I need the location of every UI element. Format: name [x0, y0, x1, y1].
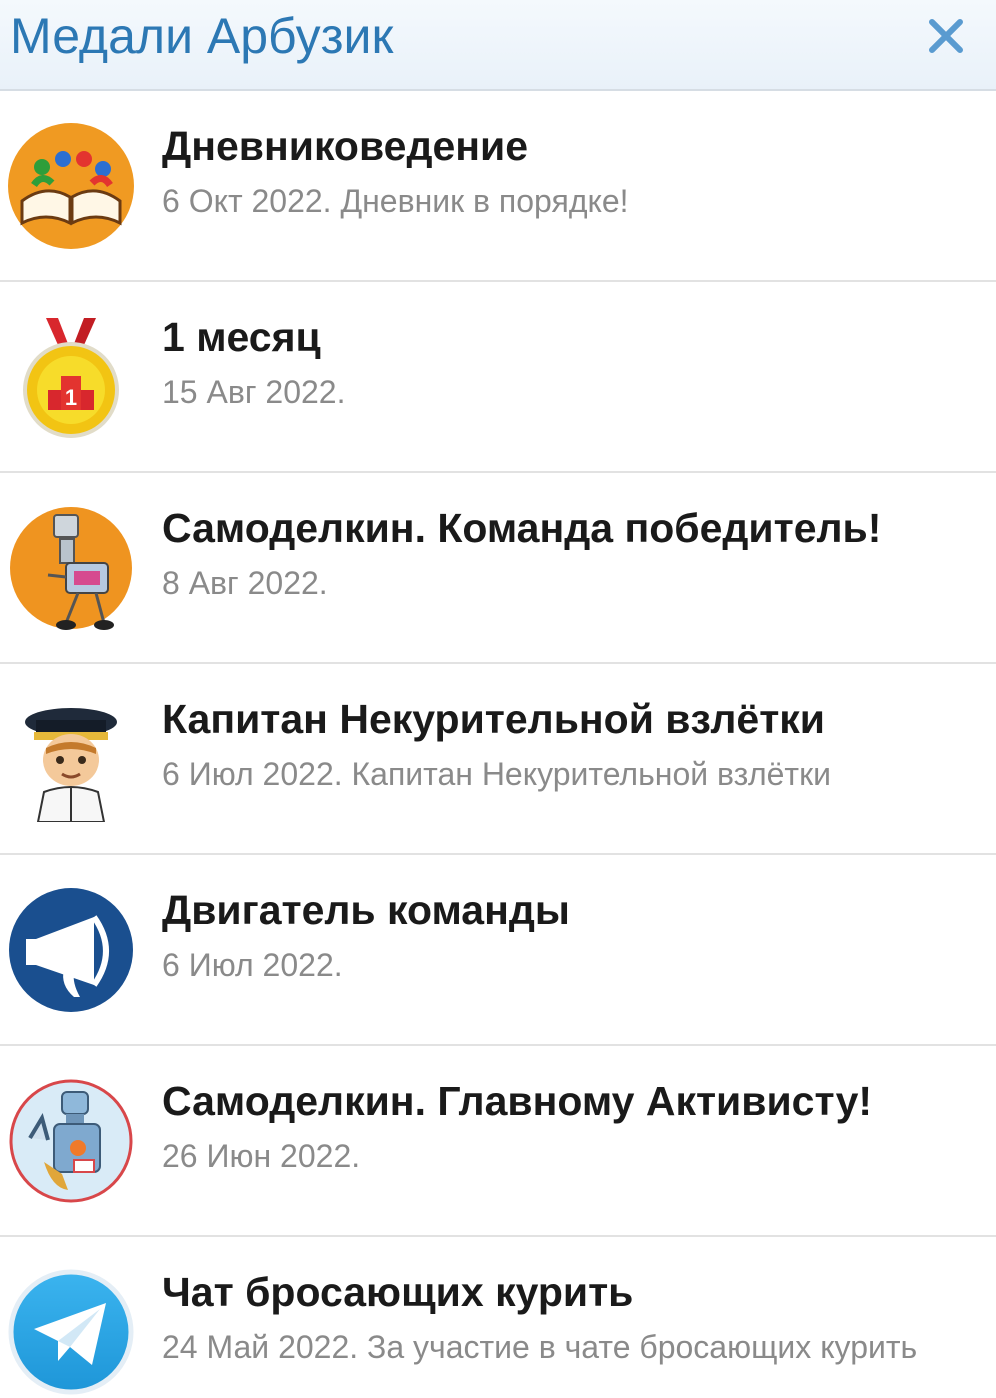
svg-text:1: 1: [65, 385, 77, 410]
telegram-plane-icon: [8, 1269, 134, 1395]
gold-medal-icon: 1: [8, 314, 134, 440]
header-bar: Медали Арбузик: [0, 0, 996, 91]
page-title: Медали Арбузик: [10, 8, 394, 64]
diary-book-icon: [8, 123, 134, 249]
medal-title: Самоделкин. Команда победитель!: [162, 505, 882, 551]
medal-title: 1 месяц: [162, 314, 321, 360]
medal-title: Самоделкин. Главному Активисту!: [162, 1078, 873, 1124]
medal-subtitle: 24 Май 2022. За участие в чате бросающих…: [162, 1329, 918, 1365]
megaphone-icon: [8, 887, 134, 1013]
medal-subtitle: 26 Июн 2022.: [162, 1138, 361, 1174]
medal-title: Двигатель команды: [162, 887, 570, 933]
list-item[interactable]: Самоделкин. Главному Активисту! 26 Июн 2…: [0, 1046, 996, 1237]
medal-subtitle: 6 Окт 2022. Дневник в порядке!: [162, 183, 629, 219]
list-item[interactable]: Двигатель команды 6 Июл 2022.: [0, 855, 996, 1046]
medal-subtitle: 6 Июл 2022. Капитан Некурительной взлётк…: [162, 756, 831, 792]
medal-list: Дневниковедение 6 Окт 2022. Дневник в по…: [0, 91, 996, 1398]
medal-subtitle: 6 Июл 2022.: [162, 947, 343, 983]
list-item[interactable]: Чат бросающих курить 24 Май 2022. За уча…: [0, 1237, 996, 1398]
close-icon[interactable]: [928, 18, 964, 54]
list-item[interactable]: Самоделкин. Команда победитель! 8 Авг 20…: [0, 473, 996, 664]
medal-subtitle: 8 Авг 2022.: [162, 565, 328, 601]
robot-activist-icon: [8, 1078, 134, 1204]
medal-title: Капитан Некурительной взлётки: [162, 696, 826, 742]
medal-title: Чат бросающих курить: [162, 1269, 634, 1315]
list-item[interactable]: Дневниковедение 6 Окт 2022. Дневник в по…: [0, 91, 996, 282]
medal-title: Дневниковедение: [162, 123, 529, 169]
list-item[interactable]: 1 1 месяц 15 Авг 2022.: [0, 282, 996, 473]
robot-icon: [8, 505, 134, 631]
medal-subtitle: 15 Авг 2022.: [162, 374, 346, 410]
pilot-captain-icon: [8, 696, 134, 822]
list-item[interactable]: Капитан Некурительной взлётки 6 Июл 2022…: [0, 664, 996, 855]
